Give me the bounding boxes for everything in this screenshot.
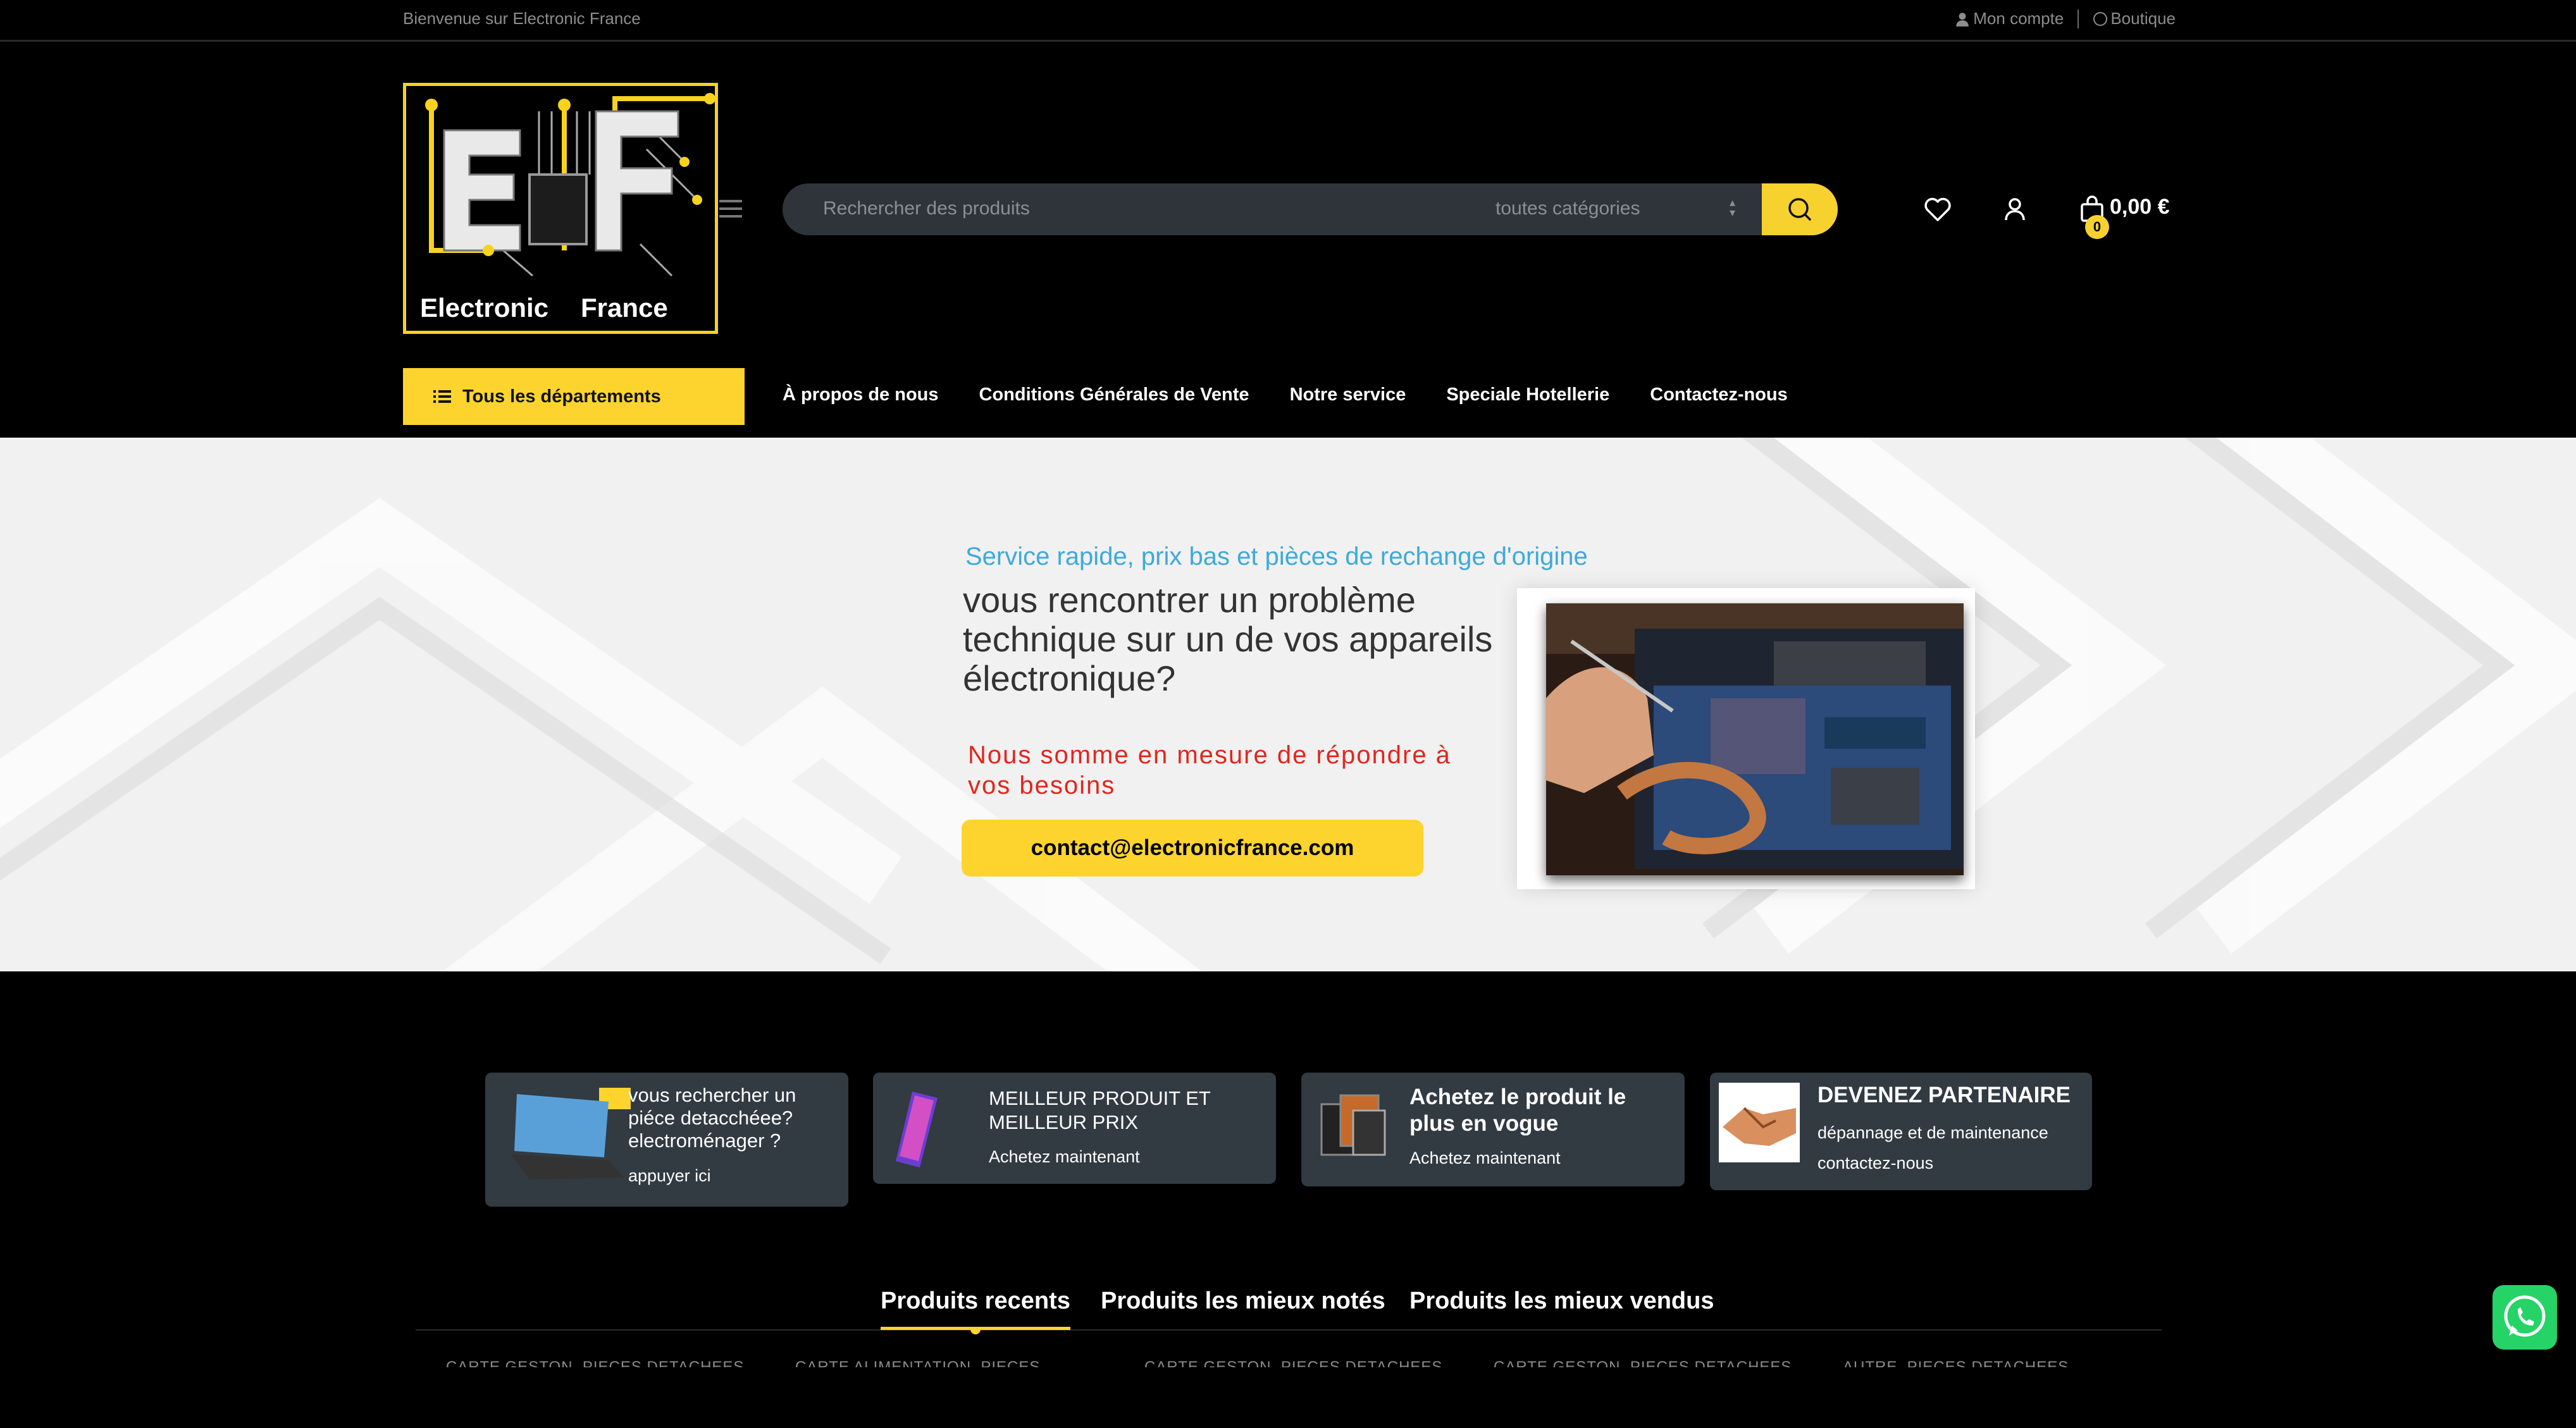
category-select[interactable]: toutes catégories [1495,198,1640,219]
hero-subtext: Nous somme en mesure de répondre à vos b… [968,741,1451,799]
search-button[interactable] [1762,183,1838,235]
logo-word-electronic: Electronic [420,293,549,323]
hero-tagline: Service rapide, prix bas et pièces de re… [965,543,1588,570]
handshake-image [1719,1083,1800,1162]
promo-card-partner[interactable]: DEVENEZ PARTENAIRE dépannage et de maint… [1710,1073,2092,1190]
welcome-text: Bienvenue sur Electronic France [403,9,641,28]
whatsapp-icon [2504,1295,2546,1337]
viewport-bottom-bar [0,1367,2576,1428]
top-links: Mon compte Boutique [1954,9,2176,28]
promo-trending-link[interactable]: Achetez maintenant [1409,1148,1561,1168]
promo-best-link[interactable]: Achetez maintenant [989,1147,1140,1167]
info-icon [2093,11,2108,26]
active-tab-marker [970,1328,981,1334]
user-icon [1956,12,1969,27]
shop-label: Boutique [2110,9,2176,28]
account-icon[interactable] [1999,194,2031,225]
tab-best-sellers-label: Produits les mieux vendus [1409,1288,1714,1314]
all-departments-button[interactable]: Tous les départements [403,368,745,425]
hero-background-pattern [0,438,2576,971]
logo-word-france: France [581,293,668,323]
promo-parts-link[interactable]: appuyer ici [628,1166,711,1186]
cart-total[interactable]: 0,00 € [2110,195,2170,219]
promo-partner-link[interactable]: contactez-nous [1817,1154,1933,1173]
promo-partner-title: DEVENEZ PARTENAIRE [1817,1083,2071,1107]
promo-best-title: MEILLEUR PRODUIT ET MEILLEUR PRIX [989,1087,1211,1133]
search-bar: Rechercher des produits toutes catégorie… [783,183,1838,235]
promo-partner-sub: dépannage et de maintenance [1817,1123,2048,1142]
contact-email-button[interactable]: contact@electronicfrance.com [962,820,1423,877]
cart-count-badge: 0 [2085,215,2109,239]
list-icon [433,390,451,403]
promo-card-best-product[interactable]: MEILLEUR PRODUIT ET MEILLEUR PRIX Achete… [873,1073,1276,1184]
tablets-image [1315,1085,1391,1161]
nav-terms[interactable]: Conditions Générales de Vente [979,385,1249,405]
main-nav: À propos de nous Conditions Générales de… [783,385,1788,405]
divider [2078,9,2079,28]
tab-recent-label: Produits recents [881,1288,1070,1314]
select-arrows-icon: ▴ ▾ [1730,196,1736,219]
whatsapp-button[interactable] [2492,1285,2557,1350]
laptop-repair-image [1546,603,1964,875]
hero-headline: vous rencontrer un problème technique su… [963,580,1493,698]
search-icon [1788,198,1811,221]
promo-parts-title: vous rechercher un piéce detacchéee? ele… [628,1084,796,1152]
promo-card-trending[interactable]: Achetez le produit le plus en vogue Ache… [1301,1073,1685,1186]
all-departments-label: Tous les départements [462,386,661,407]
promo-trending-title: Achetez le produit le plus en vogue [1409,1085,1626,1136]
product-tabs: Produits recents Produits les mieux noté… [416,1288,2162,1334]
nav-service[interactable]: Notre service [1290,385,1406,405]
tab-best-sellers[interactable]: Produits les mieux vendus [1409,1288,1714,1315]
site-logo[interactable]: Electronic France [403,83,718,334]
nav-contact[interactable]: Contactez-nous [1650,385,1788,405]
nav-about[interactable]: À propos de nous [783,385,939,405]
tab-top-rated-label: Produits les mieux notés [1101,1288,1385,1314]
laptop-image [498,1088,631,1183]
hero-banner: Service rapide, prix bas et pièces de re… [0,438,2576,971]
shop-link[interactable]: Boutique [2093,9,2176,28]
my-account-label: Mon compte [1973,9,2064,28]
my-account-link[interactable]: Mon compte [1954,9,2064,28]
nav-hotel[interactable]: Speciale Hotellerie [1446,385,1609,405]
search-input[interactable]: Rechercher des produits [823,198,1030,219]
heart-icon[interactable] [1922,194,1954,225]
tab-top-rated[interactable]: Produits les mieux notés [1101,1288,1385,1315]
phone-image [887,1086,950,1173]
promo-card-parts[interactable]: vous rechercher un piéce detacchéee? ele… [485,1073,848,1207]
top-bar: Bienvenue sur Electronic France Mon comp… [0,0,2576,42]
logo-mark [425,93,715,277]
tab-recent[interactable]: Produits recents [881,1288,1070,1334]
menu-icon[interactable] [719,200,742,223]
